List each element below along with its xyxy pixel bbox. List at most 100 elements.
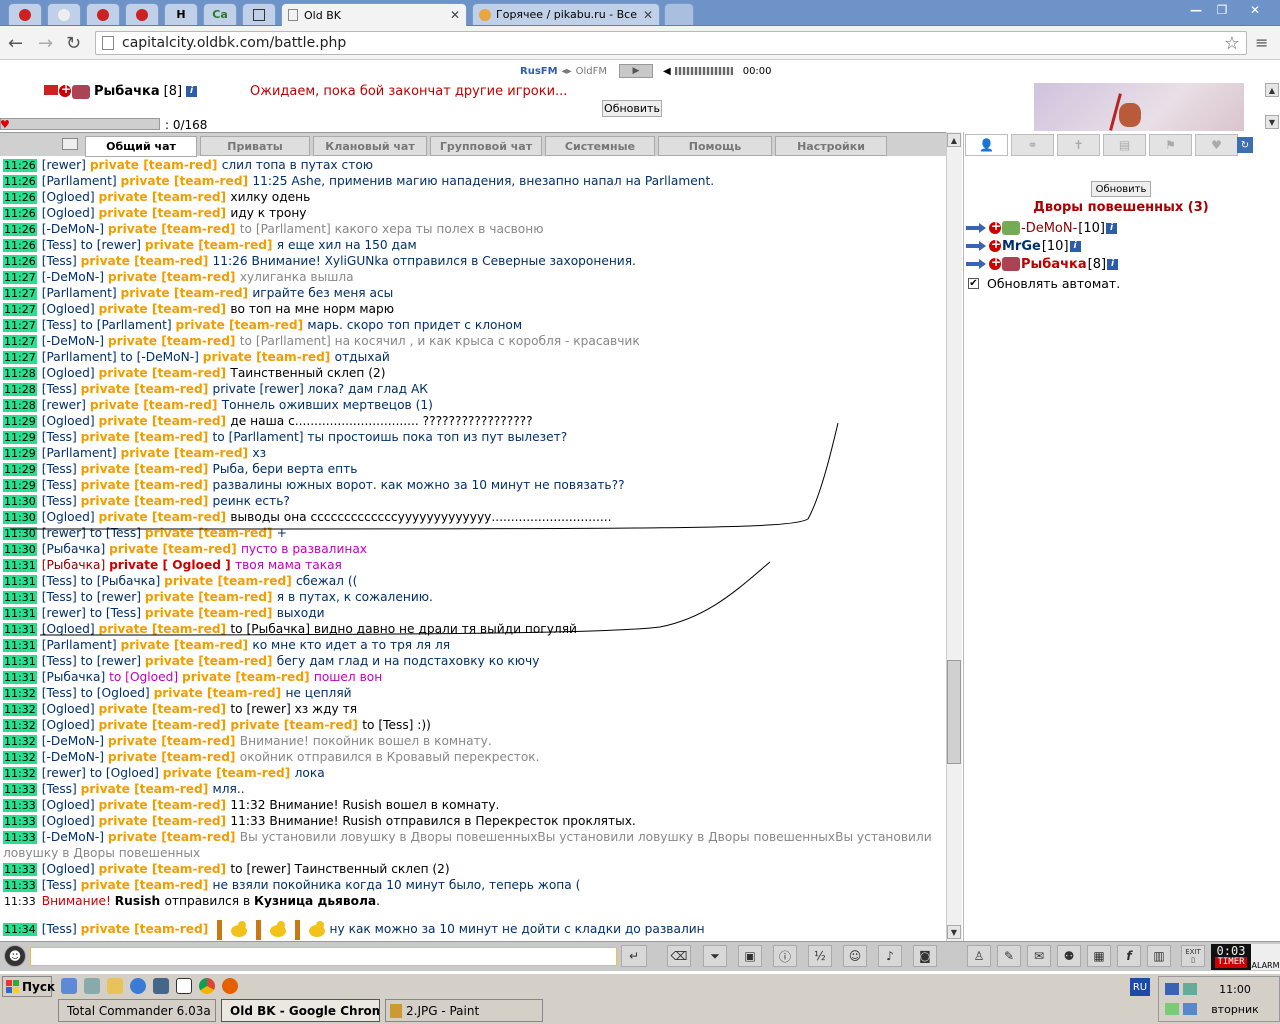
chat-scroll-thumb[interactable] [947, 660, 961, 764]
forum-icon[interactable]: f [1117, 945, 1141, 967]
scroll-up-arrow[interactable]: ▲ [1265, 83, 1279, 97]
address-bar[interactable]: capitalcity.oldbk.com/battle.php ☆ [95, 31, 1247, 55]
play-button[interactable]: ▶ [619, 64, 653, 78]
pinned-tab-3[interactable] [86, 3, 120, 25]
volume-slider[interactable] [674, 67, 733, 75]
maximize-icon[interactable]: ❐ [1210, 1, 1234, 18]
switch-icon[interactable]: ◂▸ [562, 66, 572, 77]
quicklaunch-ie-icon[interactable] [130, 978, 146, 994]
tab-pikabu[interactable]: Горячее / pikabu.ru - Все ✕ [472, 3, 660, 25]
tray-app-icon[interactable] [1165, 1003, 1179, 1015]
close-window-icon[interactable]: ✕ [1240, 1, 1270, 18]
eraser-icon[interactable]: ⌫ [667, 945, 691, 967]
player-row[interactable]: MrGe [10] i [966, 237, 1081, 255]
handshake-icon[interactable]: ⚭ [1011, 134, 1054, 156]
exit-button[interactable]: EXIT ▯ [1181, 945, 1205, 967]
chat-icon[interactable] [62, 138, 78, 150]
player-name[interactable]: -DeMoN- [1021, 221, 1077, 236]
users-icon[interactable]: 👤 [965, 134, 1008, 156]
chat-bubble-icon[interactable]: ✉ [1027, 945, 1051, 967]
map-icon[interactable]: ✎ [997, 945, 1021, 967]
pinned-tab-2[interactable] [47, 3, 81, 25]
tab-settings[interactable]: Настройки [775, 136, 887, 156]
timer-label[interactable]: TIMER [1215, 957, 1247, 968]
attack-icon[interactable] [966, 221, 988, 235]
smile-menu-icon[interactable]: ☻ [4, 945, 26, 967]
menu-wrench-icon[interactable]: ≡ [1255, 33, 1268, 52]
flag-icon[interactable]: ⚑ [1149, 134, 1192, 156]
bookmark-star-icon[interactable]: ☆ [1224, 33, 1240, 54]
cross-icon[interactable]: ✝ [1057, 134, 1100, 156]
alarm-button[interactable]: ALARM [1251, 944, 1280, 970]
chat-scrollbar[interactable] [946, 132, 962, 941]
task-total-commander[interactable]: Total Commander 6.03a ... [58, 999, 216, 1022]
quicklaunch-desktop-icon[interactable] [61, 978, 77, 994]
reload-icon[interactable]: ↻ [66, 33, 81, 54]
sound-icon[interactable]: ♪ [878, 945, 902, 967]
auto-update-checkbox[interactable]: ✔ [968, 278, 979, 289]
radio-station-oldfm[interactable]: OldFM [576, 66, 607, 77]
taskbar-time[interactable]: 11:00 [1200, 983, 1270, 996]
new-tab-button[interactable] [664, 3, 694, 25]
radio-station-rusfm[interactable]: RusFM [520, 66, 558, 77]
player-name[interactable]: Рыбачка [1021, 257, 1087, 272]
tab-old-bk[interactable]: Old BK ✕ [281, 3, 467, 26]
info-icon[interactable]: i [1069, 240, 1081, 252]
pinned-tab-4[interactable] [125, 3, 159, 25]
tab-help[interactable]: Помощь [658, 136, 772, 156]
tab-general-chat[interactable]: Общий чат [85, 136, 197, 157]
inventory-icon[interactable]: ▦ [1087, 945, 1111, 967]
refresh-list-button[interactable]: Обновить [1091, 181, 1151, 197]
language-indicator[interactable]: RU [1130, 978, 1150, 996]
player-name[interactable]: Рыбачка [94, 84, 160, 99]
refresh-button[interactable]: Обновить [602, 100, 662, 117]
info-icon[interactable]: i [1107, 258, 1119, 270]
network-icon[interactable] [1165, 983, 1179, 995]
quicklaunch-chrome-icon[interactable] [199, 978, 215, 994]
person-info-icon[interactable]: ⓘ [773, 945, 797, 967]
smiley-icon[interactable]: ☺ [843, 945, 867, 967]
tab-clan-chat[interactable]: Клановый чат [313, 136, 427, 156]
monitor-icon[interactable] [1183, 1003, 1197, 1015]
heart-icon[interactable]: ♥ [1195, 134, 1238, 156]
info-icon[interactable]: i [1105, 222, 1117, 234]
quicklaunch-computer-icon[interactable] [153, 978, 169, 994]
auto-update-toggle[interactable]: ✔ Обновлять автомат. [968, 276, 1120, 291]
player-row[interactable]: -DeMoN- [10] i [966, 219, 1117, 237]
save-icon[interactable]: ▣ [738, 945, 762, 967]
tab-system[interactable]: Системные [545, 136, 655, 156]
close-tab-icon[interactable]: ✕ [450, 8, 460, 22]
quicklaunch-window-icon[interactable] [176, 978, 192, 994]
scroll-down-arrow[interactable]: ▼ [1265, 115, 1279, 129]
refresh-list-icon[interactable]: ↻ [1237, 137, 1253, 153]
pinned-tab-1[interactable] [8, 3, 42, 25]
book-menu-icon[interactable]: ▥ [1147, 945, 1171, 967]
start-button[interactable]: Пуск [2, 976, 55, 997]
quicklaunch-network-icon[interactable] [84, 978, 100, 994]
close-tab-icon[interactable]: ✕ [643, 8, 653, 22]
book-icon[interactable]: ▤ [1103, 134, 1146, 156]
back-icon[interactable]: ← [8, 33, 23, 54]
filter-icon[interactable]: ⏷ [703, 945, 727, 967]
task-chrome[interactable]: Old BK - Google Chrome [221, 999, 380, 1022]
attack-icon[interactable] [966, 257, 988, 271]
pinned-tab-6[interactable]: Ca [203, 3, 237, 25]
info-icon[interactable]: i [186, 86, 198, 97]
voice-icon[interactable]: ◙ [913, 945, 937, 967]
network2-icon[interactable] [1183, 983, 1197, 995]
chat-scroll-up[interactable]: ▲ [947, 133, 961, 147]
task-paint[interactable]: 2.JPG - Paint [385, 999, 543, 1022]
quicklaunch-firefox-icon[interactable] [222, 978, 238, 994]
quicklaunch-folder-icon[interactable] [107, 978, 123, 994]
attack-icon[interactable] [966, 239, 988, 253]
translit-icon[interactable]: ½ [808, 945, 832, 967]
tab-privates[interactable]: Приваты [200, 136, 310, 156]
forward-icon[interactable]: → [38, 33, 53, 54]
player-row[interactable]: Рыбачка [8] i [966, 255, 1119, 273]
minimize-icon[interactable]: — [1184, 1, 1208, 18]
player-name[interactable]: MrGe [1002, 239, 1041, 254]
pinned-tab-5[interactable]: H [164, 3, 198, 25]
tab-group-chat[interactable]: Групповой чат [430, 136, 542, 156]
chat-scroll-down[interactable]: ▼ [947, 925, 961, 939]
chat-input[interactable] [30, 947, 617, 966]
